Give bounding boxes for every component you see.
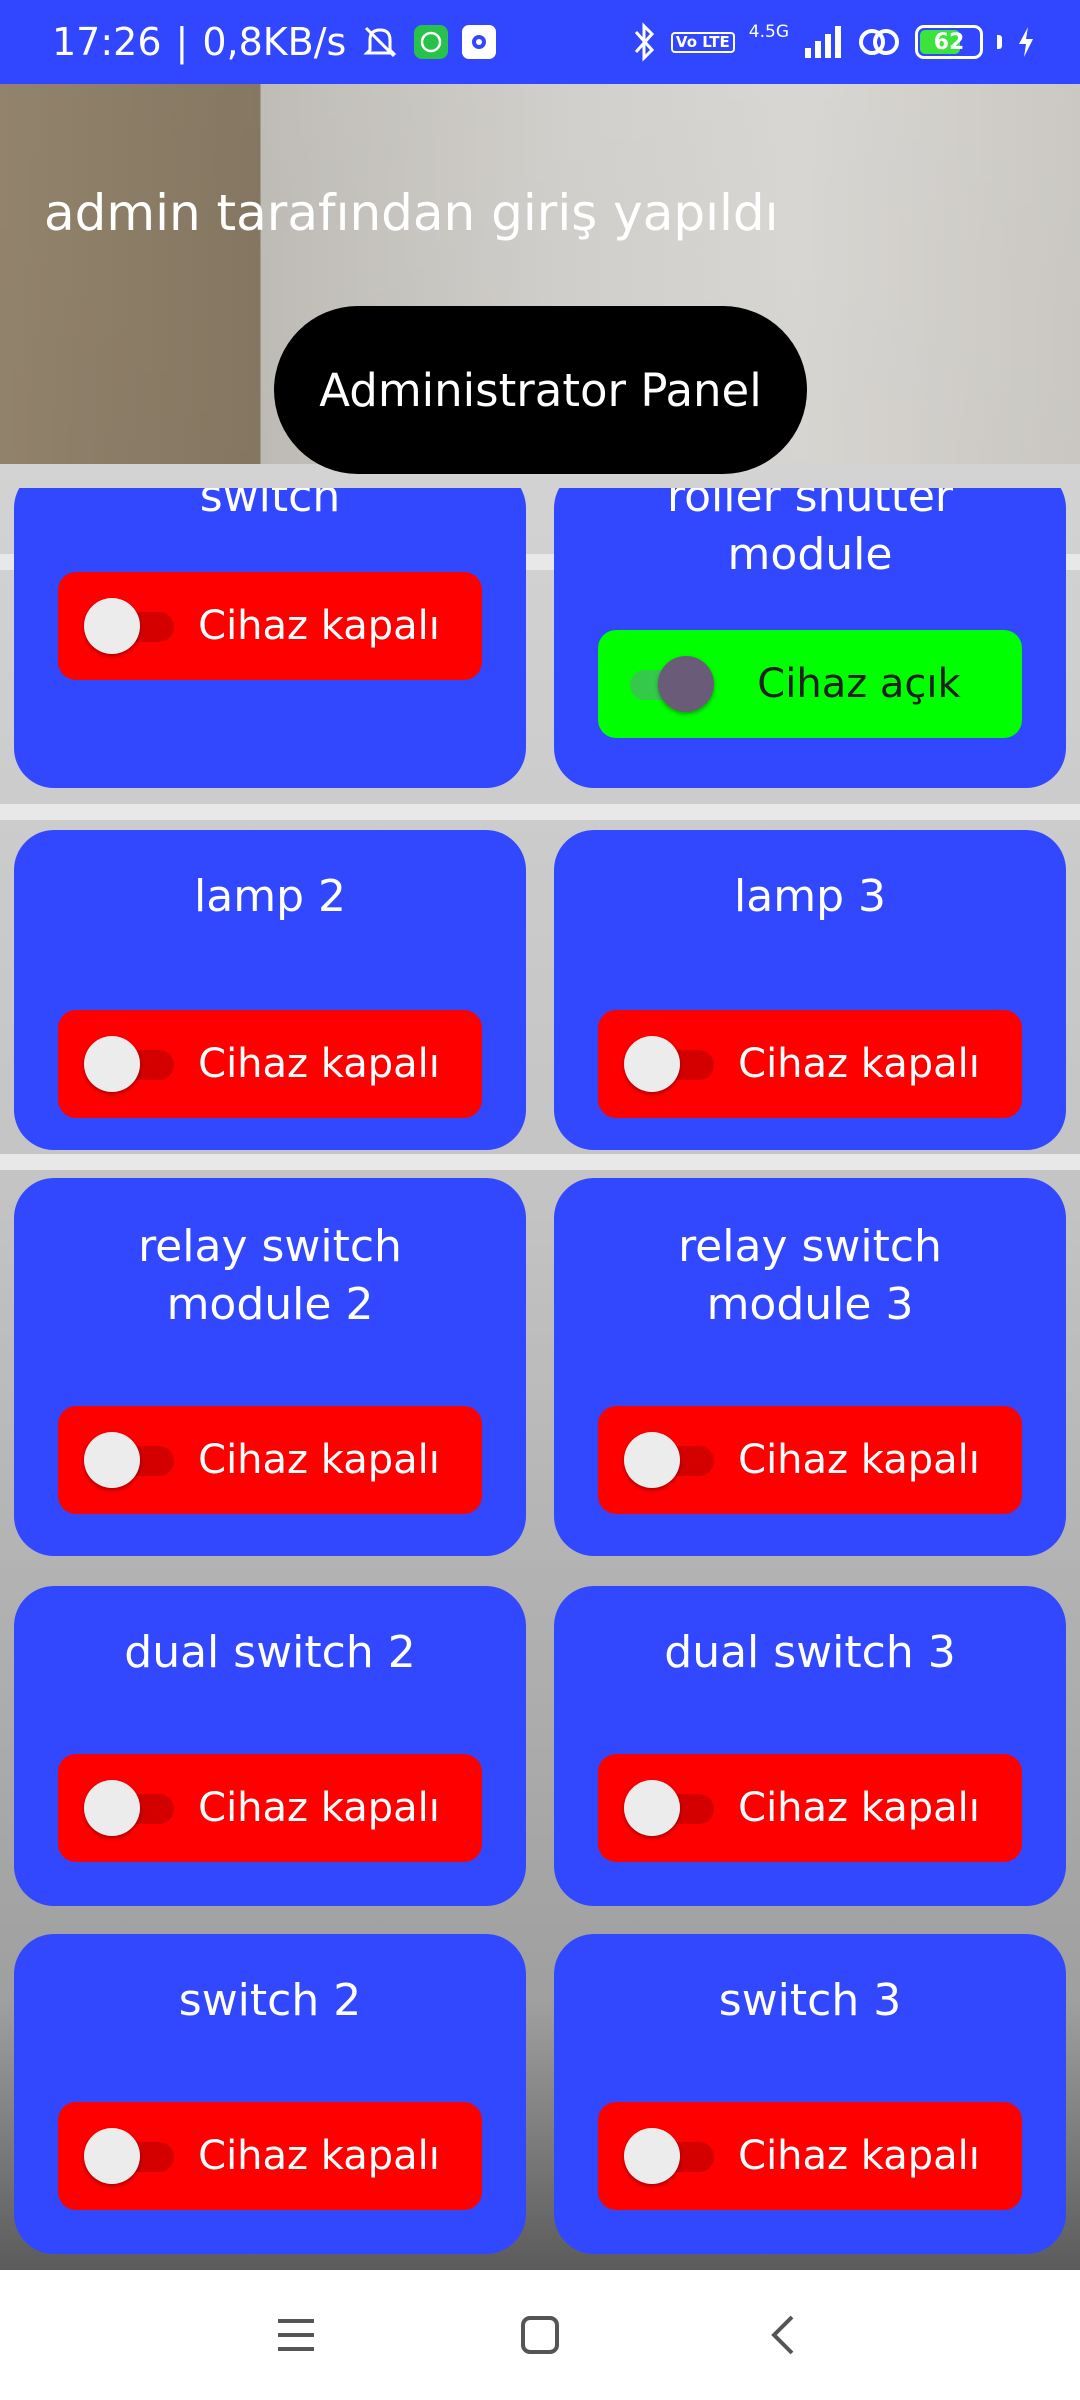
device-card: lamp 2 Cihaz kapalı bbox=[14, 830, 526, 1150]
bluetooth-icon bbox=[631, 22, 657, 62]
device-status-label: Cihaz kapalı bbox=[738, 1785, 980, 1831]
device-toggle-button[interactable]: Cihaz kapalı bbox=[598, 1754, 1022, 1862]
switch-thumb bbox=[84, 1432, 140, 1488]
switch-thumb bbox=[84, 598, 140, 654]
device-name: lamp 2 bbox=[194, 871, 346, 922]
device-toggle-button[interactable]: Cihaz kapalı bbox=[58, 1406, 482, 1514]
toggle-switch[interactable] bbox=[84, 1430, 174, 1490]
menu-icon[interactable] bbox=[264, 2303, 328, 2367]
status-bar-right: Vo LTE 4.5G 62 bbox=[631, 22, 1036, 62]
status-bar-left: 17:26 | 0,8KB/s bbox=[52, 20, 497, 64]
network-type: 4.5G bbox=[748, 22, 789, 42]
device-name: relay switch module 2 bbox=[138, 1221, 402, 1330]
toggle-switch[interactable] bbox=[624, 654, 714, 714]
device-toggle-button[interactable]: Cihaz kapalı bbox=[58, 572, 482, 680]
toggle-switch[interactable] bbox=[84, 1778, 174, 1838]
device-status-label: Cihaz kapalı bbox=[198, 1437, 440, 1483]
device-name: dual switch 2 bbox=[124, 1627, 416, 1678]
device-toggle-button[interactable]: Cihaz açık bbox=[598, 630, 1022, 738]
device-toggle-button[interactable]: Cihaz kapalı bbox=[598, 1010, 1022, 1118]
login-status-text: admin tarafından giriş yapıldı bbox=[44, 184, 779, 242]
home-icon[interactable] bbox=[508, 2303, 572, 2367]
switch-thumb bbox=[624, 1036, 680, 1092]
toggle-switch[interactable] bbox=[624, 1778, 714, 1838]
device-card: dual switch 2 Cihaz kapalı bbox=[14, 1586, 526, 1906]
device-card: switch 3 Cihaz kapalı bbox=[554, 1934, 1066, 2254]
device-status-label: Cihaz kapalı bbox=[198, 2133, 440, 2179]
switch-thumb bbox=[84, 1036, 140, 1092]
device-card: relay switch module 3 Cihaz kapalı bbox=[554, 1178, 1066, 1556]
battery-percent: 62 bbox=[933, 29, 965, 55]
mute-icon bbox=[360, 22, 400, 62]
clock: 17:26 bbox=[52, 20, 162, 64]
toggle-switch[interactable] bbox=[624, 1034, 714, 1094]
device-status-label: Cihaz kapalı bbox=[738, 1041, 980, 1087]
device-name: roller shutter module bbox=[667, 488, 953, 580]
toggle-switch[interactable] bbox=[84, 1034, 174, 1094]
device-name: relay switch module 3 bbox=[678, 1221, 942, 1330]
device-status-label: Cihaz kapalı bbox=[198, 1785, 440, 1831]
device-toggle-button[interactable]: Cihaz kapalı bbox=[58, 2102, 482, 2210]
lte-label: Vo LTE bbox=[670, 31, 735, 53]
switch-thumb bbox=[84, 2128, 140, 2184]
device-status-label: Cihaz kapalı bbox=[738, 1437, 980, 1483]
device-grid[interactable]: switch Cihaz kapalı roller shutter module C… bbox=[0, 488, 1080, 2270]
device-toggle-button[interactable]: Cihaz kapalı bbox=[598, 2102, 1022, 2210]
whatsapp-icon bbox=[414, 25, 449, 59]
battery-tip bbox=[997, 35, 1002, 49]
back-icon[interactable] bbox=[752, 2303, 816, 2367]
charging-icon bbox=[1016, 25, 1036, 59]
switch-thumb bbox=[84, 1780, 140, 1836]
device-name: switch bbox=[199, 488, 341, 522]
toggle-switch[interactable] bbox=[624, 1430, 714, 1490]
device-name: dual switch 3 bbox=[664, 1627, 956, 1678]
signal-icon bbox=[803, 24, 843, 60]
navigation-bar bbox=[0, 2270, 1080, 2400]
switch-thumb bbox=[624, 1432, 680, 1488]
toggle-switch[interactable] bbox=[624, 2126, 714, 2186]
device-status-label: Cihaz açık bbox=[757, 661, 961, 707]
toggle-switch[interactable] bbox=[84, 2126, 174, 2186]
network-speed: 0,8KB/s bbox=[202, 20, 347, 64]
device-toggle-button[interactable]: Cihaz kapalı bbox=[58, 1754, 482, 1862]
link-icon bbox=[857, 24, 901, 60]
switch-thumb bbox=[624, 1780, 680, 1836]
device-status-label: Cihaz kapalı bbox=[198, 603, 440, 649]
device-toggle-button[interactable]: Cihaz kapalı bbox=[58, 1010, 482, 1118]
battery-icon: 62 bbox=[915, 25, 983, 59]
device-card: relay switch module 2 Cihaz kapalı bbox=[14, 1178, 526, 1556]
status-bar: 17:26 | 0,8KB/s Vo LTE 4.5G 62 bbox=[0, 0, 1080, 84]
administrator-panel-button[interactable]: Administrator Panel bbox=[274, 306, 807, 474]
device-name: switch 2 bbox=[178, 1975, 362, 2026]
device-card: lamp 3 Cihaz kapalı bbox=[554, 830, 1066, 1150]
device-status-label: Cihaz kapalı bbox=[738, 2133, 980, 2179]
device-card: dual switch 3 Cihaz kapalı bbox=[554, 1586, 1066, 1906]
device-name: lamp 3 bbox=[734, 871, 886, 922]
device-card: switch 2 Cihaz kapalı bbox=[14, 1934, 526, 2254]
device-status-label: Cihaz kapalı bbox=[198, 1041, 440, 1087]
settings-icon bbox=[462, 25, 497, 59]
device-card: switch Cihaz kapalı bbox=[14, 488, 526, 788]
device-toggle-button[interactable]: Cihaz kapalı bbox=[598, 1406, 1022, 1514]
device-card: roller shutter module Cihaz açık bbox=[554, 488, 1066, 788]
toggle-switch[interactable] bbox=[84, 596, 174, 656]
switch-thumb bbox=[624, 2128, 680, 2184]
switch-thumb bbox=[658, 656, 714, 712]
status-separator: | bbox=[175, 20, 189, 64]
device-name: switch 3 bbox=[718, 1975, 902, 2026]
